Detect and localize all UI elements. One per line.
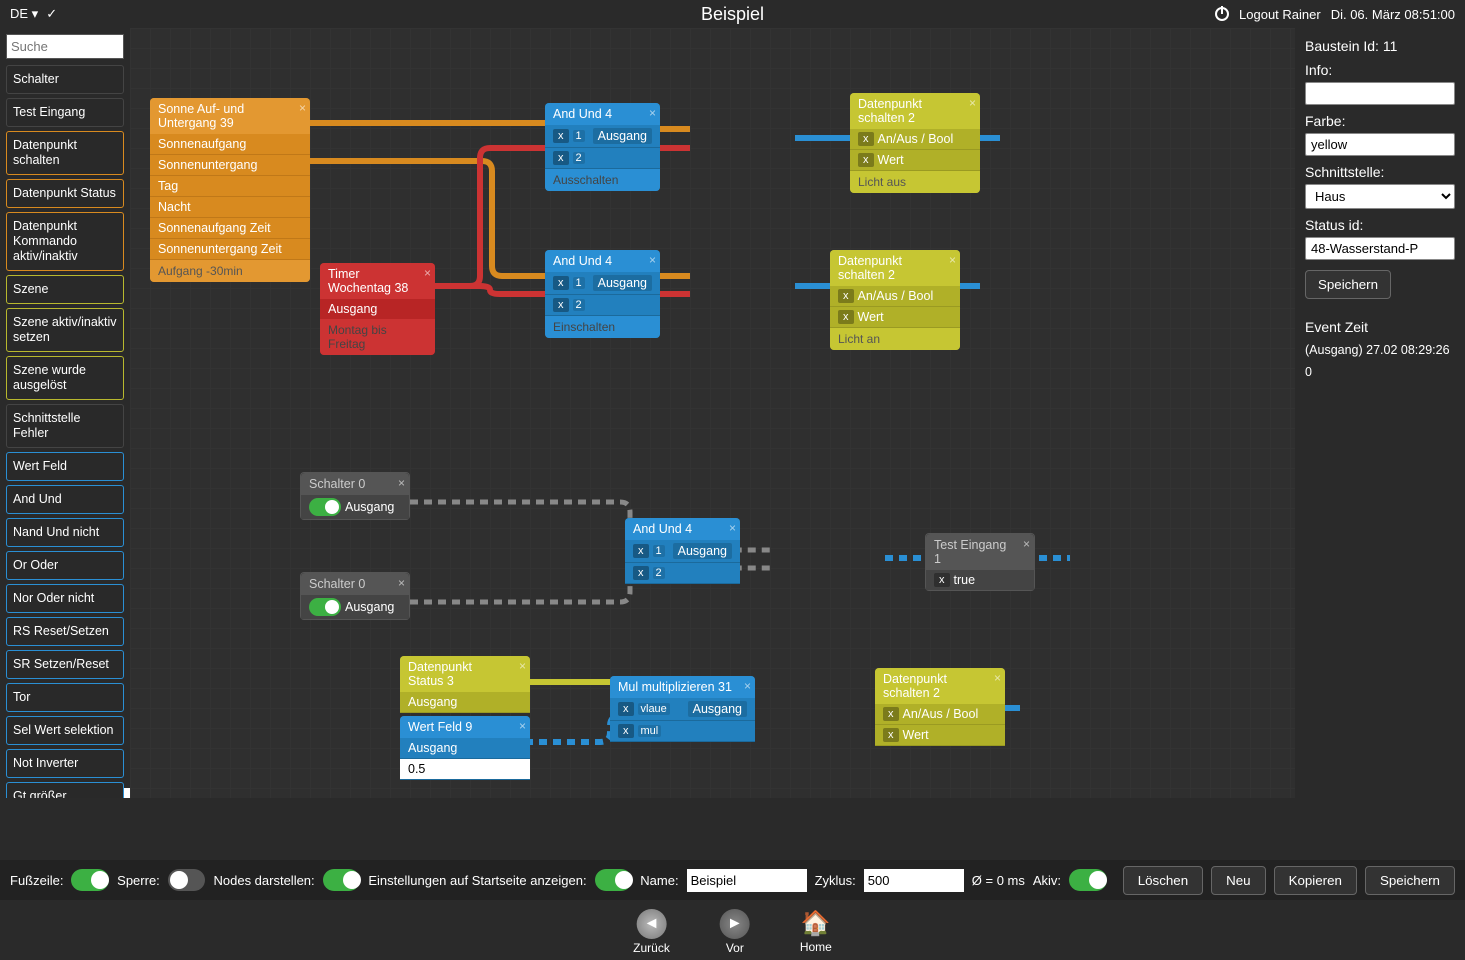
check-icon[interactable]: ✓ [46, 6, 57, 22]
fusszeile-toggle[interactable] [71, 869, 109, 891]
close-icon[interactable]: × [299, 101, 306, 115]
footer-toolbar: Fußzeile: Sperre: Nodes darstellen: Eins… [0, 860, 1465, 900]
close-icon[interactable]: × [994, 671, 1001, 685]
close-icon[interactable]: × [729, 521, 736, 535]
palette-item[interactable]: Datenpunkt schalten [6, 131, 124, 175]
palette-item[interactable]: Test Eingang [6, 98, 124, 127]
palette-item[interactable]: Nand Und nicht [6, 518, 124, 547]
node-mul[interactable]: Mul multiplizieren 31× xvlaueAusgang xmu… [610, 676, 755, 742]
properties-panel: Baustein Id: 11 Info: Farbe: Schnittstel… [1295, 28, 1465, 798]
page-title: Beispiel [701, 4, 764, 25]
loeschen-button[interactable]: Löschen [1123, 866, 1203, 895]
node-and-3[interactable]: And Und 4× x1Ausgang x2 [625, 518, 740, 584]
toggle[interactable] [309, 498, 341, 516]
save-button[interactable]: Speichern [1305, 270, 1391, 299]
power-icon[interactable] [1215, 7, 1229, 21]
schnittstelle-select[interactable]: Haus [1305, 184, 1455, 209]
palette-item[interactable]: RS Reset/Setzen [6, 617, 124, 646]
node-dp-schalten-3[interactable]: Datenpunkt schalten 2× xAn/Aus / Bool xW… [875, 668, 1005, 746]
startseite-toggle[interactable] [595, 869, 633, 891]
node-wert-feld[interactable]: Wert Feld 9× Ausgang 0.5 [400, 716, 530, 780]
close-icon[interactable]: × [649, 253, 656, 267]
baustein-id: Baustein Id: 11 [1305, 38, 1455, 54]
close-icon[interactable]: × [519, 719, 526, 733]
palette-item[interactable]: Szene aktiv/inaktiv setzen [6, 308, 124, 352]
close-icon[interactable]: × [744, 679, 751, 693]
search-input[interactable] [6, 34, 124, 59]
farbe-input[interactable] [1305, 133, 1455, 156]
topbar: DE ▾ ✓ Beispiel Logout Rainer Di. 06. Mä… [0, 0, 1465, 28]
node-output[interactable]: Sonnenaufgang [150, 134, 310, 155]
palette-item[interactable]: Datenpunkt Status [6, 179, 124, 208]
nav-zurueck[interactable]: ◄Zurück [633, 909, 670, 955]
node-dp-schalten-1[interactable]: Datenpunkt schalten 2× xAn/Aus / Bool xW… [850, 93, 980, 193]
node-dp-schalten-2[interactable]: Datenpunkt schalten 2× xAn/Aus / Bool xW… [830, 250, 960, 350]
palette-item[interactable]: Datenpunkt Kommando aktiv/inaktiv [6, 212, 124, 271]
close-icon[interactable]: × [649, 106, 656, 120]
speichern-button[interactable]: Speichern [1365, 866, 1455, 895]
info-input[interactable] [1305, 82, 1455, 105]
canvas[interactable]: Sonne Auf- und Untergang 39× Sonnenaufga… [130, 28, 1295, 798]
palette-item[interactable]: Not Inverter [6, 749, 124, 778]
palette-item[interactable]: Schalter [6, 65, 124, 94]
palette-item[interactable]: Nor Oder nicht [6, 584, 124, 613]
palette-item[interactable]: Wert Feld [6, 452, 124, 481]
close-icon[interactable]: × [969, 96, 976, 110]
node-schalter-2[interactable]: Schalter 0× Ausgang [300, 572, 410, 620]
node-timer[interactable]: Timer Wochentag 38× Ausgang Montag bis F… [320, 263, 435, 355]
neu-button[interactable]: Neu [1211, 866, 1265, 895]
palette-item[interactable]: And Und [6, 485, 124, 514]
nav-home[interactable]: 🏠Home [800, 909, 832, 955]
close-icon[interactable]: × [424, 266, 431, 280]
kopieren-button[interactable]: Kopieren [1274, 866, 1357, 895]
node-schalter-1[interactable]: Schalter 0× Ausgang [300, 472, 410, 520]
palette-item[interactable]: Tor [6, 683, 124, 712]
node-output[interactable]: Sonnenuntergang [150, 155, 310, 176]
node-test-eingang[interactable]: Test Eingang 1× xtrue [925, 533, 1035, 591]
nav-vor[interactable]: ►Vor [720, 909, 750, 955]
palette-item[interactable]: Szene wurde ausgelöst [6, 356, 124, 400]
nodes-darstellen-toggle[interactable] [323, 869, 361, 891]
palette-item[interactable]: Sel Wert selektion [6, 716, 124, 745]
logout-link[interactable]: Logout Rainer [1239, 7, 1321, 22]
zyklus-input[interactable] [864, 869, 964, 892]
palette-item[interactable]: Gt größer [6, 782, 124, 798]
datetime: Di. 06. März 08:51:00 [1331, 7, 1455, 22]
close-icon[interactable]: × [398, 476, 405, 490]
node-and-1[interactable]: And Und 4× x1Ausgang x2 Ausschalten [545, 103, 660, 191]
bottom-nav: ◄Zurück ►Vor 🏠Home [633, 909, 832, 955]
close-icon[interactable]: × [949, 253, 956, 267]
node-and-2[interactable]: And Und 4× x1Ausgang x2 Einschalten [545, 250, 660, 338]
node-output[interactable]: Sonnenaufgang Zeit [150, 218, 310, 239]
aktiv-toggle[interactable] [1069, 869, 1107, 891]
close-icon[interactable]: × [1023, 537, 1030, 551]
node-output[interactable]: Nacht [150, 197, 310, 218]
node-output[interactable]: Sonnenuntergang Zeit [150, 239, 310, 260]
palette-item[interactable]: SR Setzen/Reset [6, 650, 124, 679]
palette-item[interactable]: Or Oder [6, 551, 124, 580]
toggle[interactable] [309, 598, 341, 616]
palette-item[interactable]: Szene [6, 275, 124, 304]
node-dp-status[interactable]: Datenpunkt Status 3× Ausgang [400, 656, 530, 713]
palette-sidebar: Schalter Test Eingang Datenpunkt schalten D… [0, 28, 130, 798]
palette-item[interactable]: Schnittstelle Fehler [6, 404, 124, 448]
sperre-toggle[interactable] [168, 869, 206, 891]
lang-selector[interactable]: DE ▾ [10, 6, 38, 22]
node-sonne[interactable]: Sonne Auf- und Untergang 39× Sonnenaufga… [150, 98, 310, 282]
close-icon[interactable]: × [398, 576, 405, 590]
name-input[interactable] [687, 869, 807, 892]
close-icon[interactable]: × [519, 659, 526, 673]
node-output[interactable]: Tag [150, 176, 310, 197]
status-id-input[interactable] [1305, 237, 1455, 260]
